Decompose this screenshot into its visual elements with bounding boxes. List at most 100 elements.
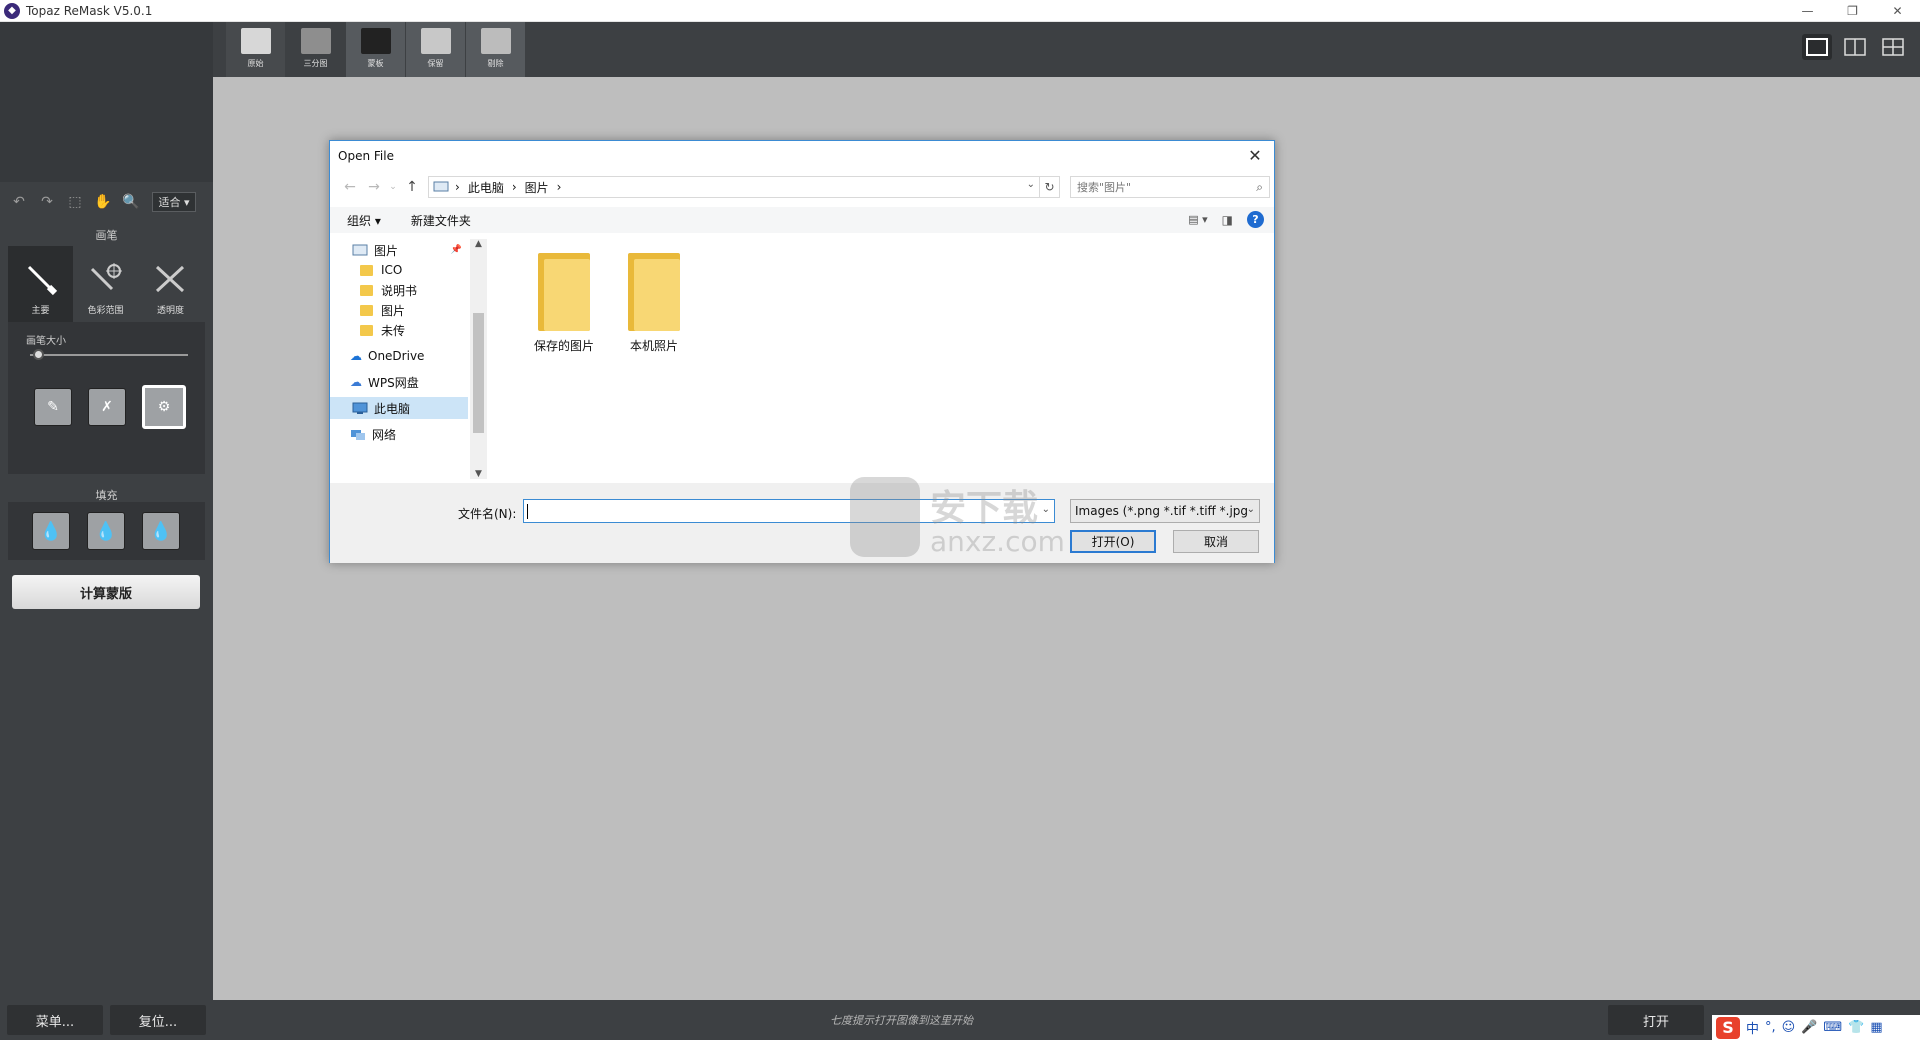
compute-mask-button[interactable]: 计算蒙版	[12, 575, 200, 609]
tab-original[interactable]: 原始	[226, 22, 285, 77]
redo-icon[interactable]: ↷	[36, 191, 58, 213]
fill-compute-button[interactable]: 💧	[142, 512, 180, 550]
fill-drop-icon: 💧	[94, 520, 118, 542]
tab-drop[interactable]: 剔除	[466, 22, 525, 77]
organize-menu[interactable]: 组织 ▾	[347, 212, 381, 229]
tab-original-label: 原始	[247, 59, 264, 68]
app-logo-icon: ◆	[4, 2, 20, 19]
crumb-sep-icon: ›	[556, 180, 562, 194]
quad-view-button[interactable]	[1878, 34, 1908, 60]
help-icon[interactable]: ?	[1247, 211, 1264, 228]
file-item[interactable]: 保存的图片	[520, 253, 608, 354]
tree-scroll-thumb[interactable]	[473, 313, 484, 433]
tree-item-ico[interactable]: ICO	[360, 259, 470, 281]
zoom-icon[interactable]: 🔍	[120, 191, 142, 213]
address-bar[interactable]: › 此电脑 › 图片 › ⌄	[428, 176, 1040, 198]
tree-label: 网络	[372, 427, 397, 442]
restore-button[interactable]: ❐	[1830, 0, 1875, 22]
search-input[interactable]: 搜索"图片" ⌕	[1070, 176, 1270, 198]
minimize-button[interactable]: —	[1785, 0, 1830, 22]
brush-color-range-label: 色彩范围	[87, 306, 124, 316]
open-button[interactable]: 打开	[1608, 1005, 1704, 1035]
preview-pane-icon[interactable]: ◨	[1222, 213, 1233, 227]
file-type-select[interactable]: Images (*.png *.tif *.tiff *.jpg ⌄	[1070, 499, 1260, 523]
compute-brush-button[interactable]: ⚙	[142, 385, 186, 429]
tab-mask[interactable]: 蒙板	[346, 22, 405, 77]
dialog-cancel-button[interactable]: 取消	[1173, 530, 1259, 553]
drop-brush-button[interactable]: ✗	[88, 388, 126, 426]
file-type-value: Images (*.png *.tif *.tiff *.jpg	[1075, 504, 1249, 518]
search-icon: ⌕	[1256, 180, 1263, 194]
tree-scrollbar[interactable]: ▲ ▼	[470, 239, 487, 479]
tree-label: 图片	[381, 303, 406, 318]
tree-item-pictures-folder[interactable]: 图片	[360, 299, 470, 321]
dialog-close-button[interactable]: ✕	[1242, 144, 1268, 166]
keep-brush-icon: ✎	[47, 399, 59, 415]
quad-view-icon	[1882, 38, 1904, 56]
undo-icon[interactable]: ↶	[8, 191, 30, 213]
scroll-down-icon[interactable]: ▼	[470, 469, 487, 479]
up-arrow-icon[interactable]: ↑	[400, 175, 424, 199]
change-view-icon[interactable]: ▤ ▾	[1188, 213, 1207, 226]
fill-drop-button[interactable]: 💧	[87, 512, 125, 550]
ime-menu-icon[interactable]: ▦	[1870, 1020, 1882, 1035]
hand-icon[interactable]: ✋	[92, 191, 114, 213]
back-arrow-icon[interactable]: ←	[338, 175, 362, 199]
breadcrumb-pictures[interactable]: 图片	[525, 179, 549, 196]
close-window-button[interactable]: ✕	[1875, 0, 1920, 22]
trimap-thumb-icon	[300, 28, 331, 54]
recent-locations-icon[interactable]: ⌄	[386, 175, 400, 199]
menu-button[interactable]: 菜单...	[7, 1005, 103, 1035]
ime-punct[interactable]: °,	[1765, 1020, 1776, 1035]
ime-skin-icon[interactable]: 👕	[1848, 1020, 1864, 1035]
reset-button[interactable]: 复位...	[110, 1005, 206, 1035]
tab-keep[interactable]: 保留	[406, 22, 465, 77]
ime-emoji-icon[interactable]: ☺	[1782, 1020, 1796, 1035]
fill-row: 💧 💧 💧	[32, 512, 180, 550]
keep-brush-button[interactable]: ✎	[34, 388, 72, 426]
tab-keep-label: 保留	[427, 59, 444, 68]
brush-size-slider[interactable]	[30, 354, 188, 356]
text-caret	[527, 504, 528, 519]
ime-voice-icon[interactable]: 🎤	[1801, 1020, 1817, 1035]
drop-brush-icon: ✗	[101, 399, 113, 415]
tree-item-unsent[interactable]: 未传	[360, 319, 470, 341]
new-folder-button[interactable]: 新建文件夹	[411, 212, 471, 229]
tree-item-wps[interactable]: ☁ WPS网盘	[350, 371, 466, 393]
file-item[interactable]: 本机照片	[610, 253, 698, 354]
tree-item-pictures-quick[interactable]: 图片 📌	[352, 239, 468, 261]
split-view-button[interactable]	[1840, 34, 1870, 60]
status-hint: 七度提示打开图像到这里开始	[830, 1014, 973, 1027]
brush-size-label: 画笔大小	[26, 336, 66, 347]
select-rect-icon[interactable]: ⬚	[64, 191, 86, 213]
breadcrumb-this-pc[interactable]: 此电脑	[468, 179, 504, 196]
brush-size-knob[interactable]	[32, 349, 44, 360]
dialog-open-button[interactable]: 打开(O)	[1070, 530, 1156, 553]
forward-arrow-icon[interactable]: →	[362, 175, 386, 199]
ime-mode[interactable]: 中	[1746, 1018, 1759, 1037]
tree-item-this-pc[interactable]: 此电脑	[330, 397, 468, 419]
address-dropdown-icon[interactable]: ⌄	[1027, 179, 1035, 190]
tree-item-manual[interactable]: 说明书	[360, 279, 470, 301]
crumb-sep-icon: ›	[455, 180, 460, 194]
navigation-tree: 图片 📌 ICO 说明书 图片 未传 ☁ OneDrive ☁ WPS网盘 此电…	[330, 239, 470, 481]
file-name: 本机照片	[629, 339, 678, 353]
app-title: Topaz ReMask V5.0.1	[26, 3, 153, 18]
brush-color-range[interactable]: 色彩范围	[73, 246, 138, 322]
brush-transparency[interactable]: 透明度	[138, 246, 203, 322]
ime-keyboard-icon[interactable]: ⌨	[1823, 1020, 1842, 1035]
single-view-button[interactable]	[1802, 34, 1832, 60]
sogou-ime-icon[interactable]: S	[1716, 1016, 1740, 1039]
zoom-select[interactable]: 适合 ▾	[152, 192, 196, 212]
scroll-up-icon[interactable]: ▲	[470, 239, 487, 249]
brush-main[interactable]: 主要	[8, 246, 73, 322]
tree-item-onedrive[interactable]: ☁ OneDrive	[350, 345, 466, 367]
zoom-value: 适合	[158, 196, 181, 209]
navigator-toolbar: ↶ ↷ ⬚ ✋ 🔍 适合 ▾	[0, 185, 213, 219]
brush-section-label: 画笔	[95, 229, 118, 242]
tab-trimap[interactable]: 三分图	[286, 22, 345, 77]
refresh-icon[interactable]: ↻	[1040, 176, 1060, 198]
fill-keep-button[interactable]: 💧	[32, 512, 70, 550]
network-icon	[351, 429, 365, 440]
tree-item-network[interactable]: 网络	[350, 423, 466, 445]
